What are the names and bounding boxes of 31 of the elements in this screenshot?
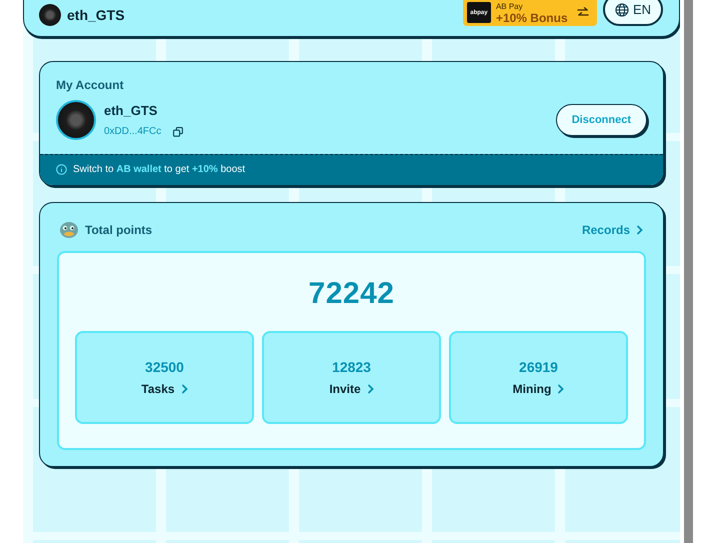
section-title: My Account	[56, 78, 125, 92]
total-points: 72242	[308, 277, 394, 311]
stat-value: 12823	[332, 359, 371, 375]
chevron-right-icon	[636, 225, 643, 235]
globe-icon	[614, 2, 629, 16]
promo-title: AB Pay	[496, 2, 524, 12]
swap-arrows-icon	[576, 7, 589, 18]
username: eth_GTS	[67, 7, 125, 23]
avatar	[39, 4, 61, 26]
chevron-right-icon	[180, 384, 188, 394]
scrollbar[interactable]	[684, 0, 693, 543]
stat-link[interactable]: Tasks	[141, 382, 188, 396]
copy-icon[interactable]	[173, 126, 184, 136]
chevron-right-icon	[557, 384, 564, 394]
mascot-icon	[59, 221, 79, 239]
notice-text: Switch to AB wallet to get +10% boost	[73, 164, 246, 175]
stat-value: 32500	[145, 359, 184, 375]
stat-card[interactable]: 32500 Tasks	[75, 331, 254, 424]
stat-link[interactable]: Mining	[512, 382, 564, 396]
info-icon	[56, 164, 67, 175]
language-button[interactable]: EN	[602, 0, 663, 26]
stat-value: 26919	[519, 359, 558, 375]
section-title: Total points	[85, 223, 154, 237]
wallet-address: 0xDD...4FCc	[104, 126, 162, 137]
stat-link[interactable]: Invite	[329, 382, 374, 396]
stat-card[interactable]: 26919 Mining	[449, 331, 628, 424]
bonus-label: +10% Bonus	[496, 12, 569, 24]
avatar	[56, 100, 96, 140]
account-name: eth_GTS	[104, 103, 158, 118]
chevron-right-icon	[366, 384, 374, 394]
stat-card[interactable]: 12823 Invite	[262, 331, 441, 424]
